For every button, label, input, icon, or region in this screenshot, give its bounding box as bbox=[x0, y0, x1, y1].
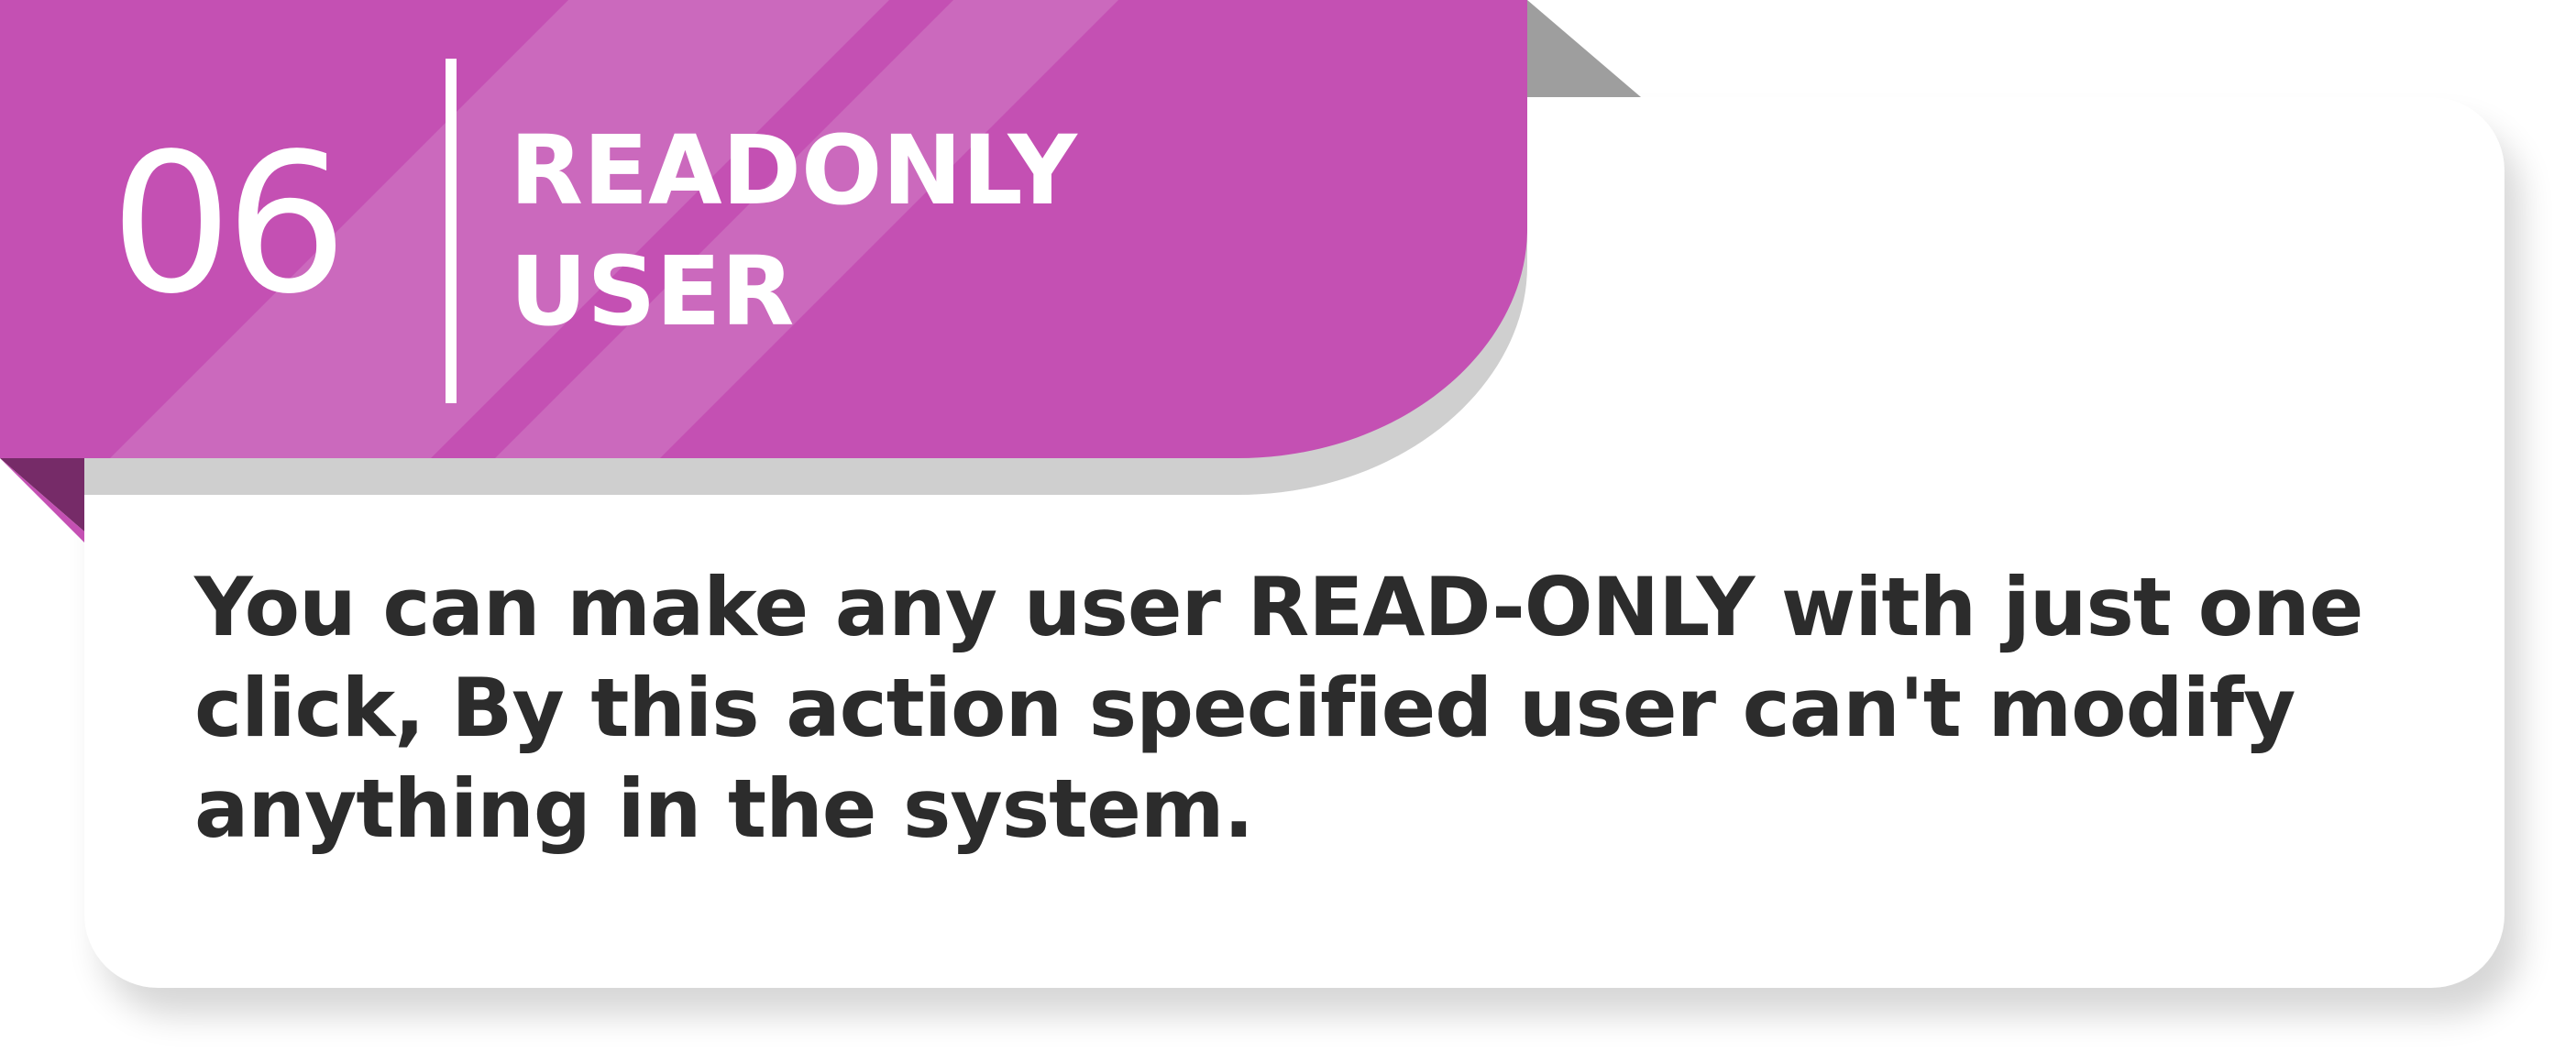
feature-number: 06 bbox=[110, 112, 347, 336]
feature-title-line-2: USER bbox=[510, 236, 795, 347]
feature-description: You can make any user READ-ONLY with jus… bbox=[194, 560, 2363, 856]
corner-fold bbox=[1527, 0, 1641, 97]
feature-banner bbox=[0, 0, 1641, 542]
title-separator bbox=[446, 59, 457, 403]
feature-title-line-1: READONLY bbox=[510, 115, 1077, 226]
